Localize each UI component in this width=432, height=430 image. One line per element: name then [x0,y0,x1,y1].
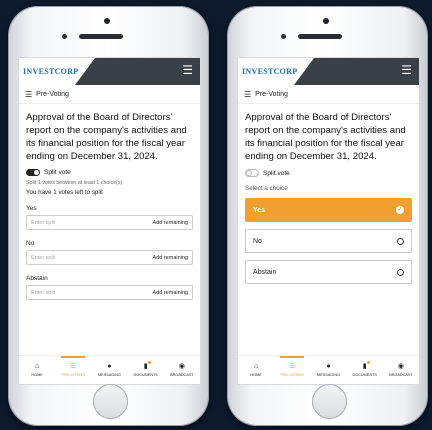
hamburger-icon[interactable]: ☰ [401,64,412,76]
no-split-input[interactable]: Enter split Add remaining [26,250,193,265]
yes-add-remaining-button[interactable]: Add remaining [153,220,188,226]
nav-documents-label: DOCUMENTS [133,373,158,377]
nav-home-label: HOME [250,373,262,377]
select-choice-label: Select a choice [245,185,288,192]
section-bar: ☰ Pre-Voting [238,85,419,104]
chat-icon: ● [326,363,331,370]
choice-abstain[interactable]: Abstain [245,260,412,284]
resolution-title: Approval of the Board of Directors' repo… [26,112,187,162]
speaker [298,34,342,39]
no-placeholder: Enter split [31,254,56,261]
camera [323,18,329,24]
nav-pre-voting-label: PRE-VOTING [280,373,305,377]
choice-no-label: No [253,237,262,245]
phone-left: INVESTCORP ☰ ☰ Pre-Voting Approval of th… [8,6,209,426]
app-header: INVESTCORP ☰ [238,58,419,85]
nav-messaging-label: MESSAGING [317,373,340,377]
sensor [281,34,286,39]
resolution-title: Approval of the Board of Directors' repo… [245,112,406,162]
yes-placeholder: Enter split [31,219,56,226]
split-vote-toggle[interactable] [26,169,40,176]
abstain-placeholder: Enter split [31,289,56,296]
ballot-icon: ☰ [289,363,296,370]
nav-home-label: HOME [31,373,43,377]
broadcast-icon: ◉ [397,363,404,370]
nav-broadcast-label: BROADCAST [389,373,413,377]
choice-yes[interactable]: Yes ✓ [245,198,412,222]
phone-right: INVESTCORP ☰ ☰ Pre-Voting Approval of th… [227,6,428,426]
broadcast-icon: ◉ [178,363,185,370]
nav-home[interactable]: ⌂ HOME [238,356,274,384]
abstain-add-remaining-button[interactable]: Add remaining [153,290,188,296]
section-title: Pre-Voting [36,90,69,98]
home-button[interactable] [93,384,128,419]
list-icon: ☰ [25,89,33,99]
document-icon: ▮ [143,363,148,370]
nav-broadcast[interactable]: ◉ BROADCAST [164,356,200,384]
hamburger-icon[interactable]: ☰ [182,64,193,76]
bottom-nav: ⌂ HOME ☰ PRE-VOTING ● MESSAGING ▮ DOCUMENTS … [19,355,200,384]
choice-no[interactable]: No [245,229,412,253]
nav-messaging[interactable]: ● MESSAGING [91,356,127,384]
nav-documents-label: DOCUMENTS [352,373,377,377]
no-label: No [26,240,35,247]
list-icon: ☰ [244,89,252,99]
home-icon: ⌂ [253,363,259,370]
radio-icon [397,237,404,245]
speaker [79,34,123,39]
app-header: INVESTCORP ☰ [19,58,200,85]
screen-split-vote: INVESTCORP ☰ ☰ Pre-Voting Approval of th… [18,57,201,385]
split-vote-label: Split vote [263,169,290,177]
nav-documents[interactable]: ▮ DOCUMENTS [128,356,164,384]
radio-icon [397,268,404,276]
abstain-split-input[interactable]: Enter split Add remaining [26,285,193,300]
notification-badge [366,361,370,364]
nav-messaging-label: MESSAGING [98,373,121,377]
ballot-icon: ☰ [70,363,77,370]
nav-documents[interactable]: ▮ DOCUMENTS [347,356,383,384]
chat-icon: ● [107,363,112,370]
split-note: Split 1 votes between at least 1 choice(… [26,180,123,186]
nav-broadcast-label: BROADCAST [170,373,194,377]
section-title: Pre-Voting [255,90,288,98]
nav-pre-voting[interactable]: ☰ PRE-VOTING [55,356,91,384]
nav-pre-voting[interactable]: ☰ PRE-VOTING [274,356,310,384]
abstain-label: Abstain [26,275,48,282]
screen-select-choice: INVESTCORP ☰ ☰ Pre-Voting Approval of th… [237,57,420,385]
split-vote-row[interactable]: Split vote [19,163,200,176]
document-icon: ▮ [362,363,367,370]
logo: INVESTCORP [23,67,79,76]
split-vote-toggle[interactable] [245,169,259,177]
no-add-remaining-button[interactable]: Add remaining [153,255,188,261]
home-button[interactable] [312,384,347,419]
yes-label: Yes [26,205,37,212]
yes-split-input[interactable]: Enter split Add remaining [26,215,193,230]
notification-badge [147,361,151,364]
split-vote-label: Split vote [44,169,71,176]
sensor [62,34,67,39]
choice-abstain-label: Abstain [253,268,277,276]
split-vote-row[interactable]: Split vote [238,163,419,177]
check-icon: ✓ [396,206,404,214]
nav-messaging[interactable]: ● MESSAGING [310,356,346,384]
choice-yes-label: Yes [253,206,266,214]
nav-home[interactable]: ⌂ HOME [19,356,55,384]
nav-pre-voting-label: PRE-VOTING [61,373,86,377]
home-icon: ⌂ [34,363,40,370]
section-bar: ☰ Pre-Voting [19,85,200,104]
nav-broadcast[interactable]: ◉ BROADCAST [383,356,419,384]
bottom-nav: ⌂ HOME ☰ PRE-VOTING ● MESSAGING ▮ DOCUMENTS … [238,355,419,384]
camera [104,18,110,24]
logo: INVESTCORP [242,67,298,76]
votes-remaining: You have 1 votes left to split [26,189,103,196]
